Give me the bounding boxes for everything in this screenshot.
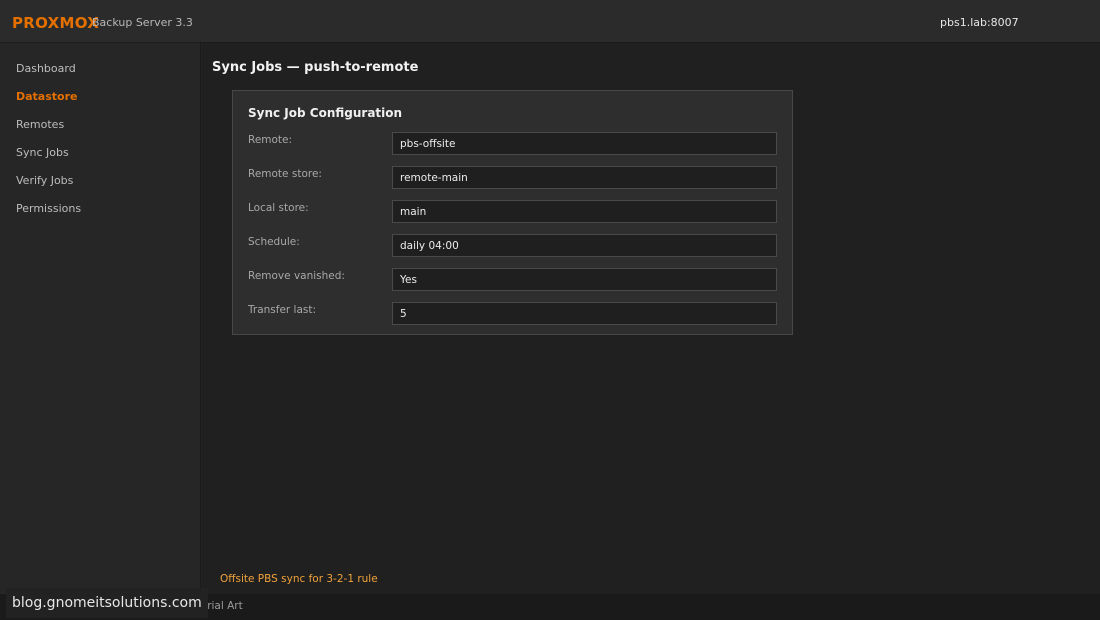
- panel-title: Sync Job Configuration: [248, 106, 403, 120]
- footer-note: Offsite PBS sync for 3-2-1 rule: [220, 573, 378, 585]
- schedule-label: Schedule:: [248, 236, 300, 248]
- form-row-remote-store: Remote store: remote-main: [233, 166, 792, 189]
- form-row-remove-vanished: Remove vanished: Yes: [233, 268, 792, 291]
- remove-vanished-field[interactable]: Yes: [392, 268, 777, 291]
- sidebar-item-dashboard[interactable]: Dashboard: [16, 62, 76, 75]
- form-row-local-store: Local store: main: [233, 200, 792, 223]
- remote-store-field[interactable]: remote-main: [392, 166, 777, 189]
- brand-logo: PROXMOX: [12, 14, 100, 32]
- page-title: Sync Jobs — push-to-remote: [212, 60, 419, 75]
- sidebar-item-verify-jobs[interactable]: Verify Jobs: [16, 174, 73, 187]
- sync-job-config-panel: Sync Job Configuration Remote: pbs-offsi…: [232, 90, 793, 335]
- sidebar-item-sync-jobs[interactable]: Sync Jobs: [16, 146, 69, 159]
- remote-label: Remote:: [248, 134, 293, 146]
- remote-field[interactable]: pbs-offsite: [392, 132, 777, 155]
- watermark: blog.gnomeitsolutions.com: [6, 588, 208, 618]
- local-store-label: Local store:: [248, 202, 309, 214]
- remove-vanished-label: Remove vanished:: [248, 270, 345, 282]
- schedule-field[interactable]: daily 04:00: [392, 234, 777, 257]
- product-name: Backup Server 3.3: [92, 16, 193, 29]
- local-store-field[interactable]: main: [392, 200, 777, 223]
- form-row-schedule: Schedule: daily 04:00: [233, 234, 792, 257]
- form-row-remote: Remote: pbs-offsite: [233, 132, 792, 155]
- sidebar-item-remotes[interactable]: Remotes: [16, 118, 64, 131]
- sidebar-item-permissions[interactable]: Permissions: [16, 202, 81, 215]
- sidebar-item-datastore[interactable]: Datastore: [16, 90, 77, 103]
- host-label: pbs1.lab:8007: [940, 16, 1019, 29]
- transfer-last-field[interactable]: 5: [392, 302, 777, 325]
- top-bar: PROXMOX Backup Server 3.3 pbs1.lab:8007: [0, 0, 1100, 43]
- form-row-transfer-last: Transfer last: 5: [233, 302, 792, 325]
- sidebar: Dashboard Datastore Remotes Sync Jobs Ve…: [0, 43, 201, 594]
- transfer-last-label: Transfer last:: [248, 304, 317, 316]
- remote-store-label: Remote store:: [248, 168, 322, 180]
- main-content: Sync Jobs — push-to-remote Sync Job Conf…: [202, 43, 1100, 594]
